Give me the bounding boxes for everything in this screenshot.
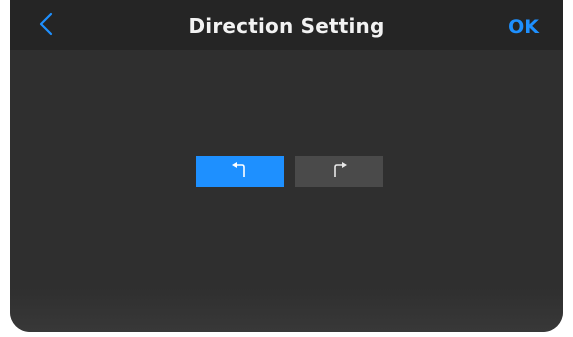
turn-left-arrow-icon <box>230 161 250 183</box>
turn-right-arrow-icon <box>329 161 349 183</box>
direction-selector <box>196 156 383 187</box>
device-screen: Direction Setting OK <box>10 0 563 332</box>
turn-right-button[interactable] <box>295 156 383 187</box>
page-title: Direction Setting <box>188 14 385 38</box>
footer-bar <box>10 288 563 332</box>
ok-button[interactable]: OK <box>508 0 539 50</box>
header-bar: Direction Setting OK <box>10 0 563 50</box>
turn-left-button[interactable] <box>196 156 284 187</box>
